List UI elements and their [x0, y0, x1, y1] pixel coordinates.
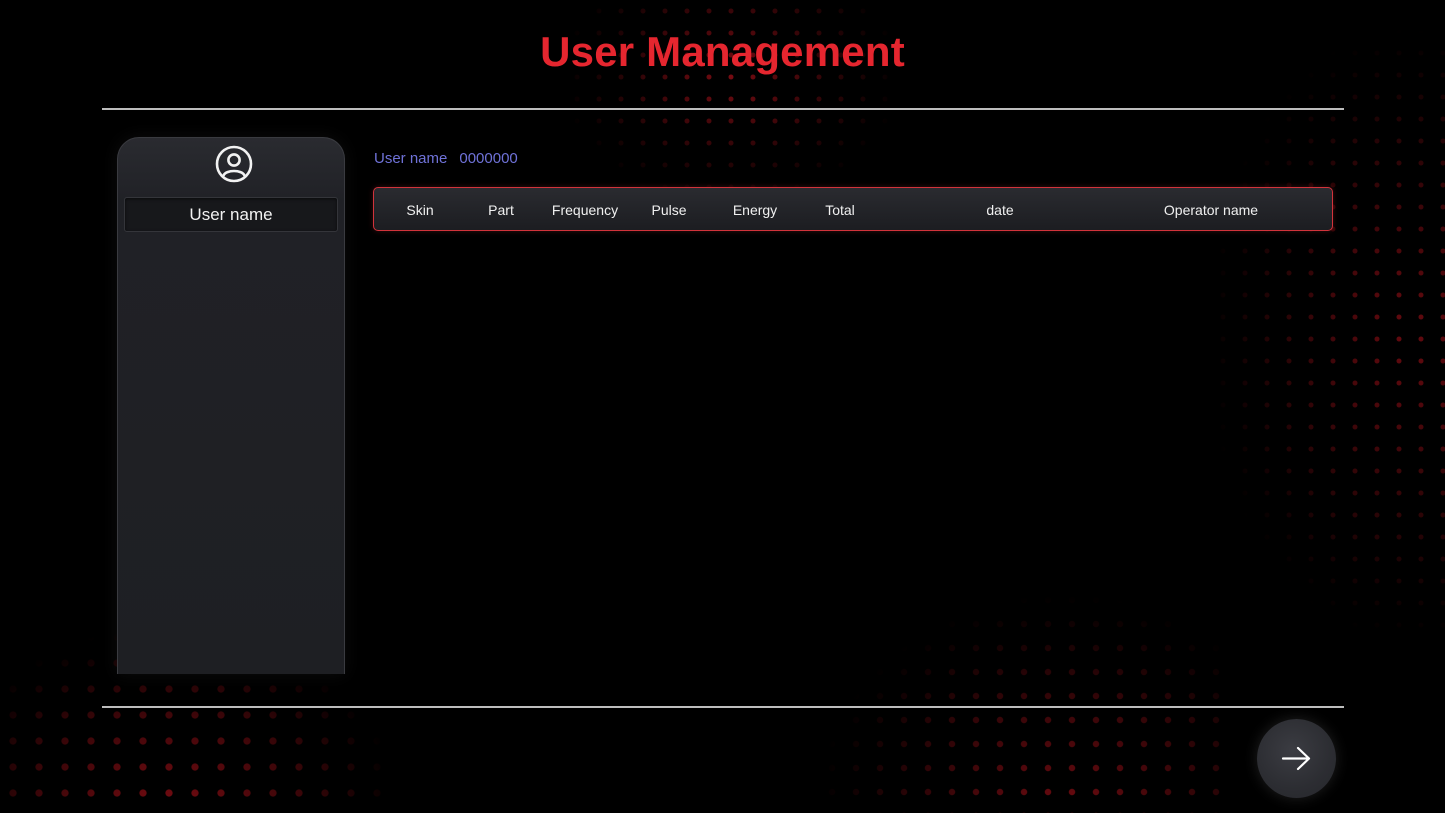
user-circle-icon	[215, 145, 253, 183]
user-list-panel: User name	[117, 137, 345, 674]
user-name-item[interactable]: User name	[124, 197, 338, 232]
column-header-skin: Skin	[406, 202, 434, 218]
page-title: User Management	[540, 28, 905, 75]
column-header-frequency: Frequency	[551, 202, 619, 218]
user-name-label: User name	[374, 150, 448, 167]
selected-user-info: User name 0000000	[374, 150, 518, 167]
column-header-energy: Energy	[732, 202, 778, 218]
bottom-divider	[102, 706, 1344, 708]
next-button[interactable]	[1257, 719, 1336, 798]
records-table-header: Skin Part Frequency Pulse Energy Total d…	[373, 187, 1333, 231]
background-dot-pattern	[700, 420, 1220, 813]
column-header-operator-name: Operator name	[1163, 202, 1259, 218]
column-header-date: date	[986, 202, 1014, 218]
column-header-part: Part	[488, 202, 514, 218]
user-name-value: 0000000	[459, 150, 518, 167]
top-divider	[102, 108, 1344, 110]
background-dot-pattern	[1080, 20, 1445, 720]
column-header-total: Total	[825, 202, 855, 218]
column-header-pulse: Pulse	[651, 202, 687, 218]
user-management-screen: User Management User name User name 00000…	[0, 0, 1445, 813]
